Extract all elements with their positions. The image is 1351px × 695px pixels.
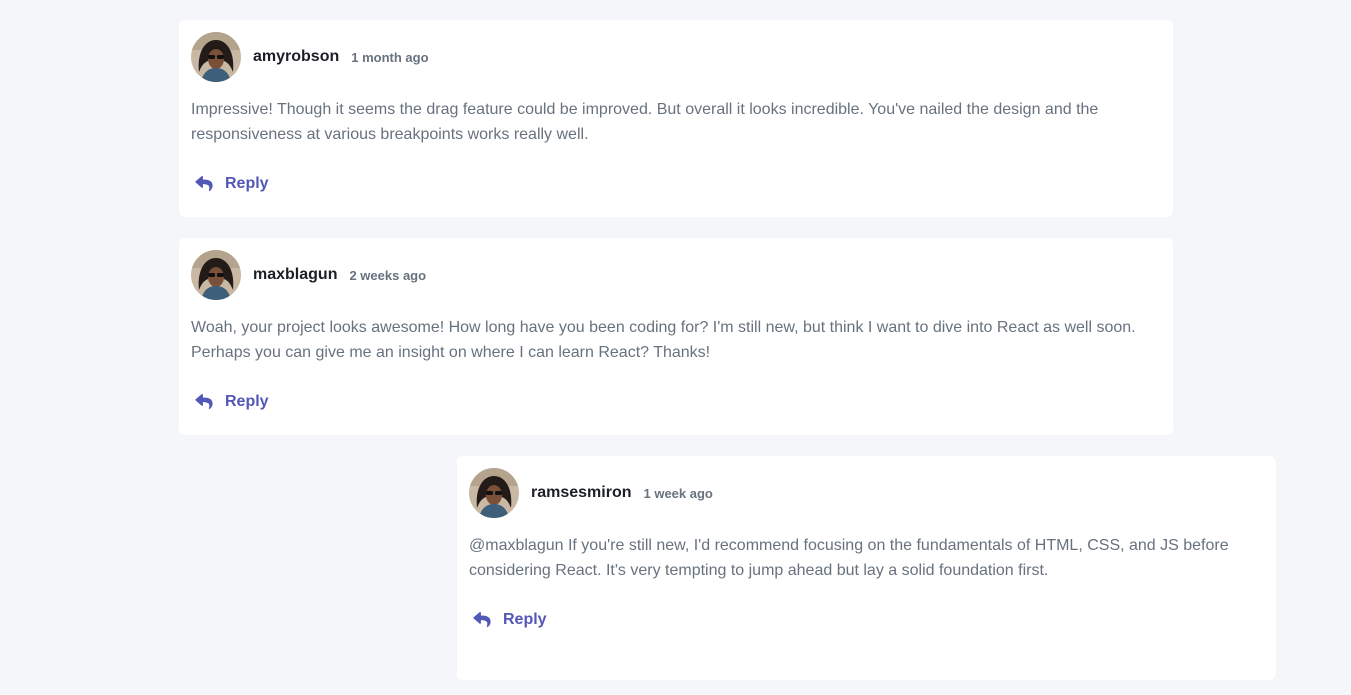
- reply-arrow-icon: [195, 394, 213, 410]
- comment-card: amyrobson 1 month ago Impressive! Though…: [179, 20, 1173, 217]
- timestamp: 2 weeks ago: [349, 267, 427, 283]
- username[interactable]: maxblagun: [253, 266, 337, 284]
- avatar-photo-icon[interactable]: [469, 468, 519, 518]
- comment-text: Woah, your project looks awesome! How lo…: [191, 319, 1136, 361]
- reply-label: Reply: [225, 175, 269, 192]
- reply-comment-card: ramsesmiron 1 week ago @maxblagun If you…: [457, 456, 1276, 680]
- reply-button[interactable]: Reply: [195, 175, 269, 193]
- comment-card: maxblagun 2 weeks ago Woah, your project…: [179, 238, 1173, 435]
- reply-button[interactable]: Reply: [195, 393, 269, 411]
- comment-header: amyrobson 1 month ago: [191, 32, 429, 82]
- username[interactable]: amyrobson: [253, 48, 339, 66]
- comment-text: @maxblagun If you're still new, I'd reco…: [469, 537, 1229, 579]
- reply-button[interactable]: Reply: [473, 611, 547, 629]
- timestamp: 1 week ago: [643, 485, 713, 501]
- reply-arrow-icon: [473, 612, 491, 628]
- comment-header: maxblagun 2 weeks ago: [191, 250, 426, 300]
- reply-label: Reply: [503, 611, 547, 628]
- comment-header: ramsesmiron 1 week ago: [469, 468, 713, 518]
- timestamp: 1 month ago: [351, 49, 429, 65]
- username[interactable]: ramsesmiron: [531, 484, 632, 502]
- comment-text: Impressive! Though it seems the drag fea…: [191, 101, 1099, 143]
- avatar-photo-icon[interactable]: [191, 250, 241, 300]
- avatar-photo-icon[interactable]: [191, 32, 241, 82]
- reply-label: Reply: [225, 393, 269, 410]
- reply-arrow-icon: [195, 176, 213, 192]
